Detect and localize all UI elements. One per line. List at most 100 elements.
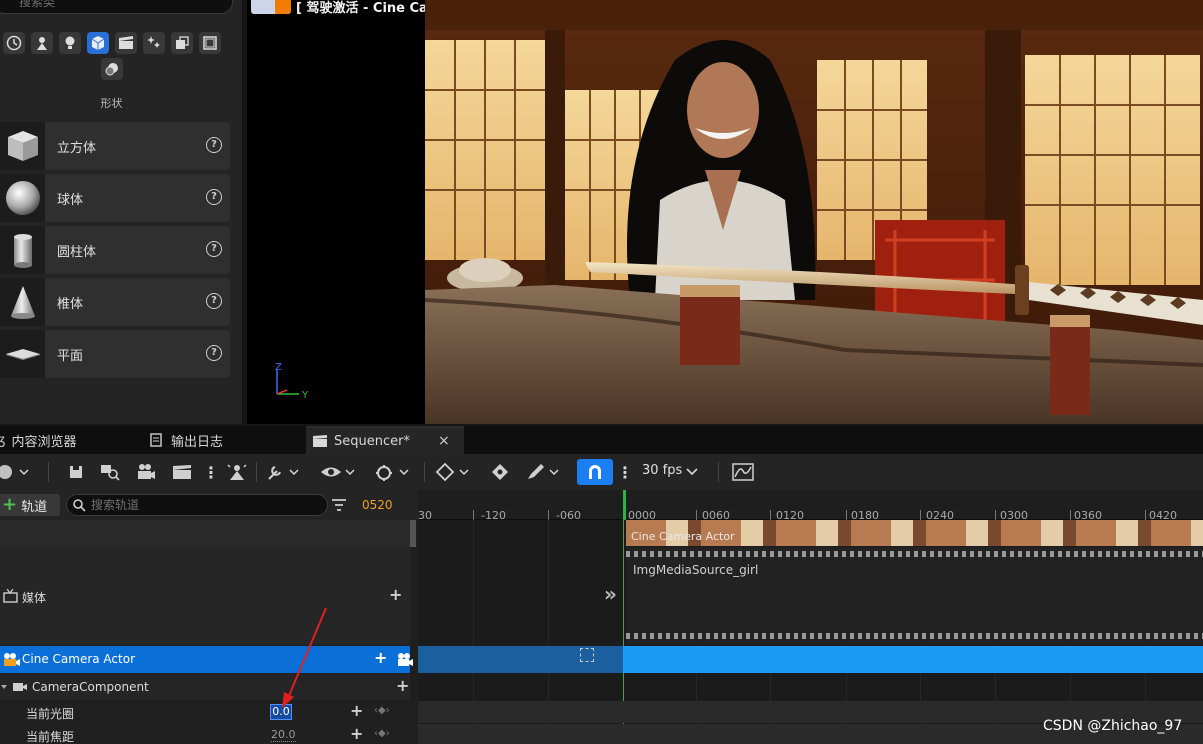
property-row-focal-length[interactable]: 当前焦距 20.0 + ‹◆› xyxy=(0,724,410,744)
media-track-row[interactable]: 媒体 + xyxy=(0,547,410,645)
keyframe-icon[interactable] xyxy=(436,461,472,483)
help-icon[interactable]: ? xyxy=(206,293,222,309)
frame-rate-dropdown[interactable]: 30 fps xyxy=(642,463,682,478)
tab-content-browser[interactable]: ʒ 内容浏览器 xyxy=(0,426,140,454)
key-all-icon[interactable] xyxy=(490,461,510,483)
tab-output-log[interactable]: 输出日志 xyxy=(150,426,300,454)
camera-cut-section[interactable]: Cine Camera Actor xyxy=(626,520,1203,546)
focal-length-label: 当前焦距 xyxy=(26,730,75,744)
aperture-label: 当前光圈 xyxy=(26,707,75,721)
basic-actors-icon[interactable] xyxy=(31,32,53,54)
render-movie-icon[interactable] xyxy=(172,461,192,483)
help-icon[interactable]: ? xyxy=(206,137,222,153)
playback-settings-icon[interactable] xyxy=(374,461,412,483)
outliner-scrollbar[interactable] xyxy=(410,520,416,547)
playhead-handle[interactable] xyxy=(623,490,626,520)
class-search-box[interactable] xyxy=(0,0,233,14)
focal-length-value-field[interactable]: 20.0 xyxy=(271,728,296,742)
track-search-input[interactable] xyxy=(91,496,311,514)
media-track-label: 媒体 xyxy=(22,591,47,605)
media-section[interactable]: ImgMediaSource_girl xyxy=(626,547,1203,645)
search-icon xyxy=(73,499,86,512)
tab-label: Sequencer* xyxy=(334,433,410,449)
camera-section-label: Cine Camera Actor xyxy=(631,530,735,543)
class-search-input[interactable] xyxy=(19,0,219,11)
snap-options-icon[interactable]: ⋮ xyxy=(617,461,633,483)
cube-icon xyxy=(0,122,45,170)
media-section-label: ImgMediaSource_girl xyxy=(633,563,759,577)
expand-arrow-icon[interactable] xyxy=(0,683,8,691)
shape-label: 立方体 xyxy=(57,141,97,156)
time-ruler[interactable]: 30 -120 -060 0000 0060 0120 0180 0240 03… xyxy=(418,490,1203,522)
all-classes-icon[interactable] xyxy=(199,32,221,54)
pilot-camera-badge[interactable] xyxy=(251,0,291,14)
volumes-icon[interactable] xyxy=(171,32,193,54)
tab-sequencer[interactable]: Sequencer* × xyxy=(306,426,464,454)
output-log-icon xyxy=(150,433,162,447)
cinematic-icon[interactable] xyxy=(115,32,137,54)
help-icon[interactable]: ? xyxy=(206,345,222,361)
sphere-icon xyxy=(0,174,45,222)
actor-track-bar[interactable] xyxy=(623,646,1203,673)
bottom-tab-bar: ʒ 内容浏览器 输出日志 Sequencer* × xyxy=(0,426,1203,454)
save-icon[interactable] xyxy=(68,461,84,483)
sequencer-timeline[interactable]: Cine Camera Actor ImgMediaSource_girl » xyxy=(418,520,1203,744)
annotation-arrow xyxy=(282,607,327,708)
camera-lock-icon[interactable] xyxy=(397,652,413,667)
cylinder-icon xyxy=(0,226,45,274)
track-area-header: + 轨道 0520 xyxy=(0,490,418,520)
current-frame-field[interactable]: 0520 xyxy=(362,498,393,512)
close-icon[interactable]: × xyxy=(438,433,450,449)
camera-actor-row[interactable]: Cine Camera Actor + xyxy=(0,646,413,673)
shape-item-sphere[interactable]: 球体 ? xyxy=(0,174,230,222)
visual-effects-icon[interactable] xyxy=(143,32,165,54)
find-in-browser-icon[interactable] xyxy=(100,461,120,483)
help-icon[interactable]: ? xyxy=(206,189,222,205)
shape-label: 球体 xyxy=(57,193,84,208)
recent-icon[interactable] xyxy=(3,32,25,54)
track-search-box[interactable] xyxy=(66,494,328,516)
add-property-button[interactable]: + xyxy=(396,676,409,695)
place-actors-panel: 形状 立方体 ? 球体 ? xyxy=(0,0,243,424)
add-key-button[interactable]: + xyxy=(350,724,363,743)
clapperboard-icon xyxy=(313,435,327,447)
cone-icon xyxy=(0,278,45,326)
add-track-to-actor-button[interactable]: + xyxy=(374,648,387,667)
edit-mode-icon[interactable] xyxy=(526,461,562,483)
lights-icon[interactable] xyxy=(59,32,81,54)
help-icon[interactable]: ? xyxy=(206,241,222,257)
shapes-icon[interactable] xyxy=(87,32,109,54)
snap-toggle-button[interactable] xyxy=(577,459,613,485)
world-icon[interactable] xyxy=(0,461,30,483)
outliner-spacer xyxy=(0,520,410,547)
add-track-button[interactable]: + 轨道 xyxy=(0,494,60,516)
chevron-down-icon[interactable] xyxy=(686,461,698,483)
level-viewport[interactable]: [ 驾驶激活 - Cine Camera Actor ] Z Y xyxy=(247,0,1203,424)
shape-item-cone[interactable]: 椎体 ? xyxy=(0,278,230,326)
tab-label: 内容浏览器 xyxy=(11,434,77,450)
actions-icon[interactable] xyxy=(226,461,248,483)
filter-icon[interactable] xyxy=(332,499,346,511)
add-key-button[interactable]: + xyxy=(350,701,363,720)
more-options-icon[interactable]: ⋮ xyxy=(203,461,219,483)
category-title: 形状 xyxy=(100,97,123,110)
shape-item-cube[interactable]: 立方体 ? xyxy=(0,122,230,170)
camera-icon[interactable] xyxy=(136,461,156,483)
camera-component-icon xyxy=(13,683,27,691)
shape-item-cylinder[interactable]: 圆柱体 ? xyxy=(0,226,230,274)
section-start-arrow-icon: » xyxy=(604,582,617,606)
eye-icon[interactable] xyxy=(320,461,358,483)
wrench-icon[interactable] xyxy=(266,461,302,483)
more-classes-icon[interactable] xyxy=(101,58,123,80)
add-media-button[interactable]: + xyxy=(389,585,402,604)
property-row-aperture[interactable]: 当前光圈 0.0 + ‹◆› xyxy=(0,701,410,723)
key-navigation-icon[interactable]: ‹◆› xyxy=(374,705,390,716)
key-navigation-icon[interactable]: ‹◆› xyxy=(374,728,390,739)
camera-component-row[interactable]: CameraComponent + xyxy=(0,674,410,700)
axis-y-label: Y xyxy=(301,390,309,401)
curve-editor-icon[interactable] xyxy=(732,461,754,483)
shape-item-plane[interactable]: 平面 ? xyxy=(0,330,230,378)
section-marker-icon xyxy=(580,648,594,662)
add-track-label: 轨道 xyxy=(21,499,48,515)
shape-label: 平面 xyxy=(57,349,84,364)
